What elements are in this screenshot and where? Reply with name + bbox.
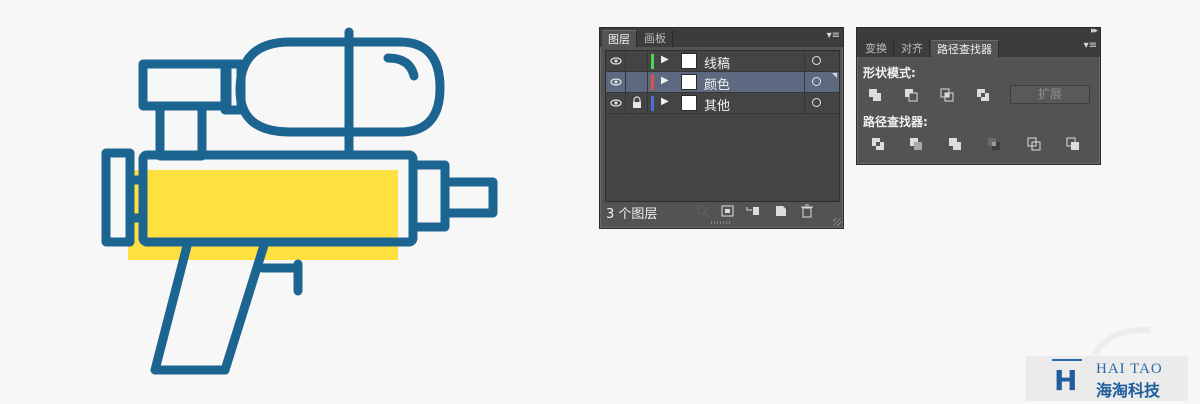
lock-toggle[interactable] xyxy=(626,51,648,71)
watermark-chinese: 海淘科技 xyxy=(1096,381,1161,400)
lock-toggle[interactable] xyxy=(626,72,648,92)
tab-transform[interactable]: 变换 xyxy=(859,40,894,57)
watermark-english: HAI TAO xyxy=(1096,361,1163,377)
target-toggle[interactable] xyxy=(804,93,839,113)
panel-title-strip[interactable]: ▸▸ xyxy=(857,26,1100,38)
layer-list: ▶ 线稿 ▶ 颜色 ▶ 其他 xyxy=(605,50,840,202)
water-gun-artwork xyxy=(101,27,498,375)
outline-icon[interactable] xyxy=(1027,137,1041,151)
target-circle-icon xyxy=(812,77,821,86)
layer-thumbnail xyxy=(681,74,697,90)
exclude-icon[interactable] xyxy=(976,88,990,102)
visibility-toggle[interactable] xyxy=(606,93,626,113)
target-circle-icon xyxy=(812,98,821,107)
intersect-icon[interactable] xyxy=(940,88,954,102)
expand-button[interactable]: 扩展 xyxy=(1010,85,1090,104)
eye-icon xyxy=(610,99,622,107)
layer-name[interactable]: 线稿 xyxy=(704,53,730,72)
tab-layers[interactable]: 图层 xyxy=(602,30,637,47)
water-tank-outline xyxy=(235,37,445,137)
tab-align[interactable]: 对齐 xyxy=(895,40,930,57)
layer-thumbnail xyxy=(681,53,697,69)
minus-front-icon[interactable] xyxy=(904,88,918,102)
divide-icon[interactable] xyxy=(871,137,885,151)
layers-panel: 图层 画板 ▾≡ ▶ 线稿 ▶ 颜色 ▶ 其他 3 个图层 xyxy=(599,27,844,229)
unite-icon[interactable] xyxy=(868,88,882,102)
merge-icon[interactable] xyxy=(948,137,962,151)
lock-icon xyxy=(633,96,641,108)
layer-name[interactable]: 其他 xyxy=(704,95,730,114)
target-toggle[interactable] xyxy=(804,72,839,92)
panel-grip[interactable] xyxy=(711,221,731,224)
watermark: H HAI TAO 海淘科技 xyxy=(1026,356,1188,401)
panel-menu-icon[interactable]: ▾≡ xyxy=(827,30,840,41)
layer-count: 3 个图层 xyxy=(606,207,658,222)
collapse-icon[interactable]: ▸▸ xyxy=(1091,26,1098,36)
shape-modes-label: 形状模式: xyxy=(863,66,916,80)
delete-layer-icon[interactable] xyxy=(800,204,814,218)
target-toggle[interactable] xyxy=(804,51,839,71)
pathfinder-tab-bar: 变换 对齐 路径查找器 ▾≡ xyxy=(857,38,1100,57)
layer-row-other[interactable]: ▶ 其他 xyxy=(606,93,839,114)
layer-row-lineart[interactable]: ▶ 线稿 xyxy=(606,51,839,72)
pathfinder-panel: ▸▸ 变换 对齐 路径查找器 ▾≡ 形状模式: 扩展 路径查找器: xyxy=(856,26,1101,165)
grip-outline xyxy=(150,237,270,375)
layer-thumbnail xyxy=(681,95,697,111)
locate-object-icon[interactable] xyxy=(696,204,710,218)
nozzle-tip xyxy=(440,177,498,218)
tank-highlight xyxy=(383,53,419,81)
expand-arrow-icon[interactable]: ▶ xyxy=(661,54,669,65)
crop-icon[interactable] xyxy=(987,137,1001,151)
target-circle-icon xyxy=(812,56,821,65)
nozzle-base xyxy=(408,160,450,232)
watermark-ghost-logo-icon xyxy=(1092,326,1151,356)
create-sublayer-icon[interactable] xyxy=(746,204,760,218)
visibility-toggle[interactable] xyxy=(606,51,626,71)
layer-color-bar xyxy=(651,96,654,111)
layer-color-bar xyxy=(651,54,654,69)
watermark-h-mark: H xyxy=(1054,364,1078,397)
trim-icon[interactable] xyxy=(909,137,923,151)
eye-icon xyxy=(610,57,622,65)
expand-arrow-icon[interactable]: ▶ xyxy=(661,75,669,86)
watermark-line xyxy=(1052,359,1082,361)
resize-handle[interactable] xyxy=(833,218,841,226)
pump-handle xyxy=(138,59,232,111)
pump-shaft xyxy=(155,101,207,161)
eye-icon xyxy=(610,78,622,86)
expand-arrow-icon[interactable]: ▶ xyxy=(661,96,669,107)
layers-tab-bar: 图层 画板 ▾≡ xyxy=(600,28,843,47)
lock-toggle[interactable] xyxy=(626,93,648,113)
rear-cap xyxy=(101,148,135,247)
selection-indicator-icon xyxy=(832,73,837,78)
minus-back-icon[interactable] xyxy=(1066,137,1080,151)
layer-name[interactable]: 颜色 xyxy=(704,74,730,93)
panel-menu-icon[interactable]: ▾≡ xyxy=(1084,40,1097,51)
pathfinders-label: 路径查找器: xyxy=(863,115,928,129)
make-clipping-mask-icon[interactable] xyxy=(721,204,735,218)
create-new-layer-icon[interactable] xyxy=(774,204,788,218)
tab-artboards[interactable]: 画板 xyxy=(638,30,673,47)
layer-color-bar xyxy=(651,75,654,90)
tab-pathfinder[interactable]: 路径查找器 xyxy=(931,40,999,57)
visibility-toggle[interactable] xyxy=(606,72,626,92)
layer-row-color[interactable]: ▶ 颜色 xyxy=(606,72,839,93)
